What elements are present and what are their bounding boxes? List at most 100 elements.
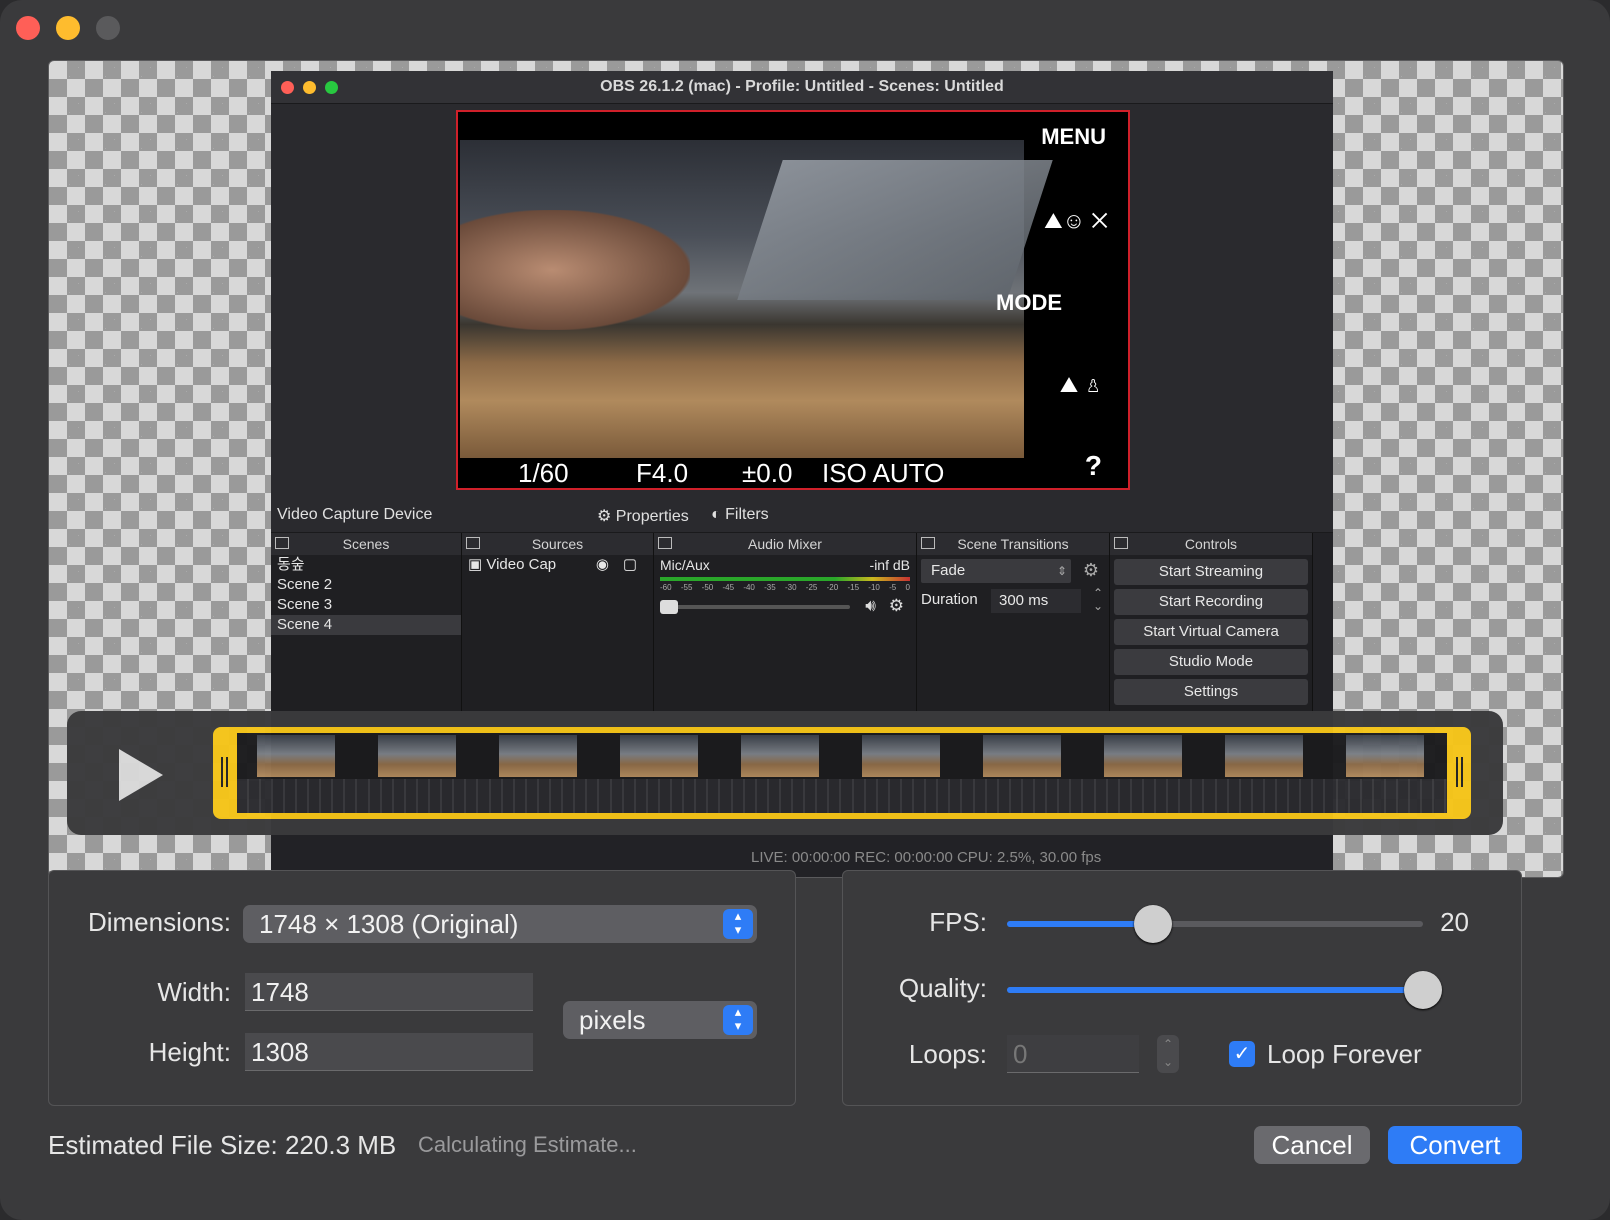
obs-source-toolbar: Video Capture Device ⚙ Properties ◐ Filt… bbox=[271, 498, 1333, 533]
undock-icon[interactable] bbox=[658, 537, 672, 549]
gif-export-window: OBS 26.1.2 (mac) - Profile: Untitled - S… bbox=[0, 0, 1610, 1220]
filters-button[interactable]: ◐ Filters bbox=[711, 506, 769, 524]
visibility-eye-icon[interactable]: ◉ bbox=[596, 555, 609, 575]
trim-end-handle[interactable] bbox=[1456, 757, 1463, 787]
fps-slider[interactable] bbox=[1007, 905, 1423, 943]
dimensions-select[interactable]: 1748 × 1308 (Original) ▴ ▾ bbox=[243, 905, 757, 943]
trim-start-handle[interactable] bbox=[221, 757, 228, 787]
unit-select[interactable]: pixels ▴ ▾ bbox=[563, 1001, 757, 1039]
fps-slider-fill bbox=[1007, 921, 1153, 927]
controls-dock: Controls Start Streaming Start Recording… bbox=[1110, 533, 1313, 713]
duration-stepper[interactable]: ⌃ ⌄ bbox=[1093, 587, 1103, 613]
undock-icon[interactable] bbox=[921, 537, 935, 549]
start-virtual-camera-button[interactable]: Start Virtual Camera bbox=[1114, 619, 1308, 645]
selected-source-name: Video Capture Device bbox=[277, 506, 433, 523]
trim-strip[interactable] bbox=[213, 727, 1471, 819]
controls-title: Controls bbox=[1184, 536, 1238, 552]
duration-row: Duration 300 ms ⌃ ⌄ bbox=[917, 585, 1109, 615]
frame-thumbnail bbox=[1205, 733, 1326, 813]
loop-forever-checkbox[interactable]: ✓ bbox=[1229, 1041, 1255, 1067]
studio-mode-button[interactable]: Studio Mode bbox=[1114, 649, 1308, 675]
thumbnail-ui bbox=[1326, 779, 1447, 813]
thumbnail-ui bbox=[358, 779, 479, 813]
frame-thumbnail bbox=[479, 733, 600, 813]
mixer-settings-gear-icon[interactable]: ⚙ bbox=[889, 596, 904, 616]
fps-label: FPS: bbox=[929, 907, 987, 937]
camera-icon: ▣ bbox=[468, 556, 483, 573]
scenes-header: Scenes bbox=[271, 533, 461, 555]
volume-scale-tick: -10 bbox=[868, 583, 880, 592]
hand-shape bbox=[460, 210, 690, 330]
volume-scale-tick: -60 bbox=[660, 583, 672, 592]
undock-icon[interactable] bbox=[1114, 537, 1128, 549]
frame-thumbnail bbox=[358, 733, 479, 813]
mixer-level: -inf dB bbox=[869, 557, 910, 573]
start-recording-button[interactable]: Start Recording bbox=[1114, 589, 1308, 615]
minimize-button[interactable] bbox=[56, 16, 80, 40]
scene-item[interactable]: 동숲 bbox=[271, 555, 461, 575]
loops-stepper[interactable]: ⌃ ⌄ bbox=[1157, 1035, 1179, 1073]
camera-exposure-bar: 1/60 F4.0 ±0.0 ISO AUTO bbox=[458, 456, 1024, 488]
volume-scale-tick: -40 bbox=[743, 583, 755, 592]
loops-field[interactable]: 0 bbox=[1007, 1035, 1139, 1073]
zoom-button[interactable] bbox=[96, 16, 120, 40]
scene-transitions-dock: Scene Transitions Fade ⇕ ⚙ Duration 300 … bbox=[917, 533, 1110, 713]
volume-scale-tick: -20 bbox=[826, 583, 839, 592]
volume-slider-knob[interactable] bbox=[660, 600, 678, 614]
volume-controls: 🔊︎ ⚙ bbox=[660, 596, 910, 616]
scene-item[interactable]: Scene 2 bbox=[271, 575, 461, 595]
thumbnail-image bbox=[378, 735, 456, 777]
frame-thumbnail bbox=[963, 733, 1084, 813]
controls-header: Controls bbox=[1110, 533, 1312, 555]
laptop-shape bbox=[737, 160, 1053, 300]
volume-scale-tick: -30 bbox=[784, 583, 797, 592]
scene-item-selected[interactable]: Scene 4 bbox=[271, 615, 461, 635]
cancel-button[interactable]: Cancel bbox=[1254, 1126, 1370, 1164]
scenes-title: Scenes bbox=[342, 536, 390, 552]
transition-gear-icon[interactable]: ⚙ bbox=[1083, 560, 1099, 581]
unit-value: pixels bbox=[579, 1005, 646, 1035]
fps-slider-knob[interactable] bbox=[1133, 905, 1172, 943]
thumbnail-ui bbox=[600, 779, 721, 813]
scene-transitions-header: Scene Transitions bbox=[917, 533, 1109, 555]
height-field[interactable]: 1308 bbox=[245, 1033, 533, 1071]
close-button[interactable] bbox=[16, 16, 40, 40]
dimensions-panel: Dimensions: 1748 × 1308 (Original) ▴ ▾ Wi… bbox=[48, 870, 796, 1106]
obs-status-bar: LIVE: 00:00:00 REC: 00:00:00 CPU: 2.5%, … bbox=[751, 849, 1102, 866]
transition-select[interactable]: Fade ⇕ bbox=[921, 559, 1071, 583]
thumbnail-image bbox=[862, 735, 940, 777]
undock-icon[interactable] bbox=[466, 537, 480, 549]
transition-type: Fade bbox=[931, 562, 966, 579]
width-label: Width: bbox=[157, 977, 231, 1007]
play-icon[interactable] bbox=[119, 749, 163, 801]
volume-slider[interactable] bbox=[664, 605, 850, 609]
speaker-icon[interactable]: 🔊︎ bbox=[865, 596, 876, 616]
undock-icon[interactable] bbox=[275, 537, 289, 549]
volume-scale-tick: -35 bbox=[764, 583, 776, 592]
obs-title: OBS 26.1.2 (mac) - Profile: Untitled - S… bbox=[600, 78, 1004, 95]
settings-button[interactable]: Settings bbox=[1114, 679, 1308, 705]
start-streaming-button[interactable]: Start Streaming bbox=[1114, 559, 1308, 585]
volume-scale-tick: -50 bbox=[701, 583, 714, 592]
source-item[interactable]: ▣ Video Cap ◉ ▢ bbox=[462, 555, 653, 575]
portrait-mode-icon: ⛰ ♙ bbox=[1059, 372, 1102, 397]
source-item-label: Video Cap bbox=[486, 556, 557, 573]
width-field[interactable]: 1748 bbox=[245, 973, 533, 1011]
quality-label: Quality: bbox=[898, 973, 987, 1003]
duration-input[interactable]: 300 ms bbox=[991, 589, 1081, 613]
volume-scale-tick: 0 bbox=[905, 583, 910, 592]
thumbnail-image bbox=[1104, 735, 1182, 777]
volume-scale-tick: -55 bbox=[680, 583, 693, 592]
thumbnail-ui bbox=[479, 779, 600, 813]
thumbnail-image bbox=[257, 735, 335, 777]
iso-value: ISO AUTO bbox=[822, 458, 945, 488]
properties-button[interactable]: ⚙ Properties bbox=[597, 506, 689, 526]
lock-icon[interactable]: ▢ bbox=[623, 555, 637, 575]
quality-slider-knob[interactable] bbox=[1404, 971, 1442, 1009]
filters-label: Filters bbox=[725, 506, 769, 523]
scene-item[interactable]: Scene 3 bbox=[271, 595, 461, 615]
frame-thumbnail bbox=[1084, 733, 1205, 813]
thumbnail-image bbox=[1346, 735, 1424, 777]
convert-button[interactable]: Convert bbox=[1388, 1126, 1522, 1164]
quality-slider[interactable] bbox=[1007, 971, 1442, 1009]
